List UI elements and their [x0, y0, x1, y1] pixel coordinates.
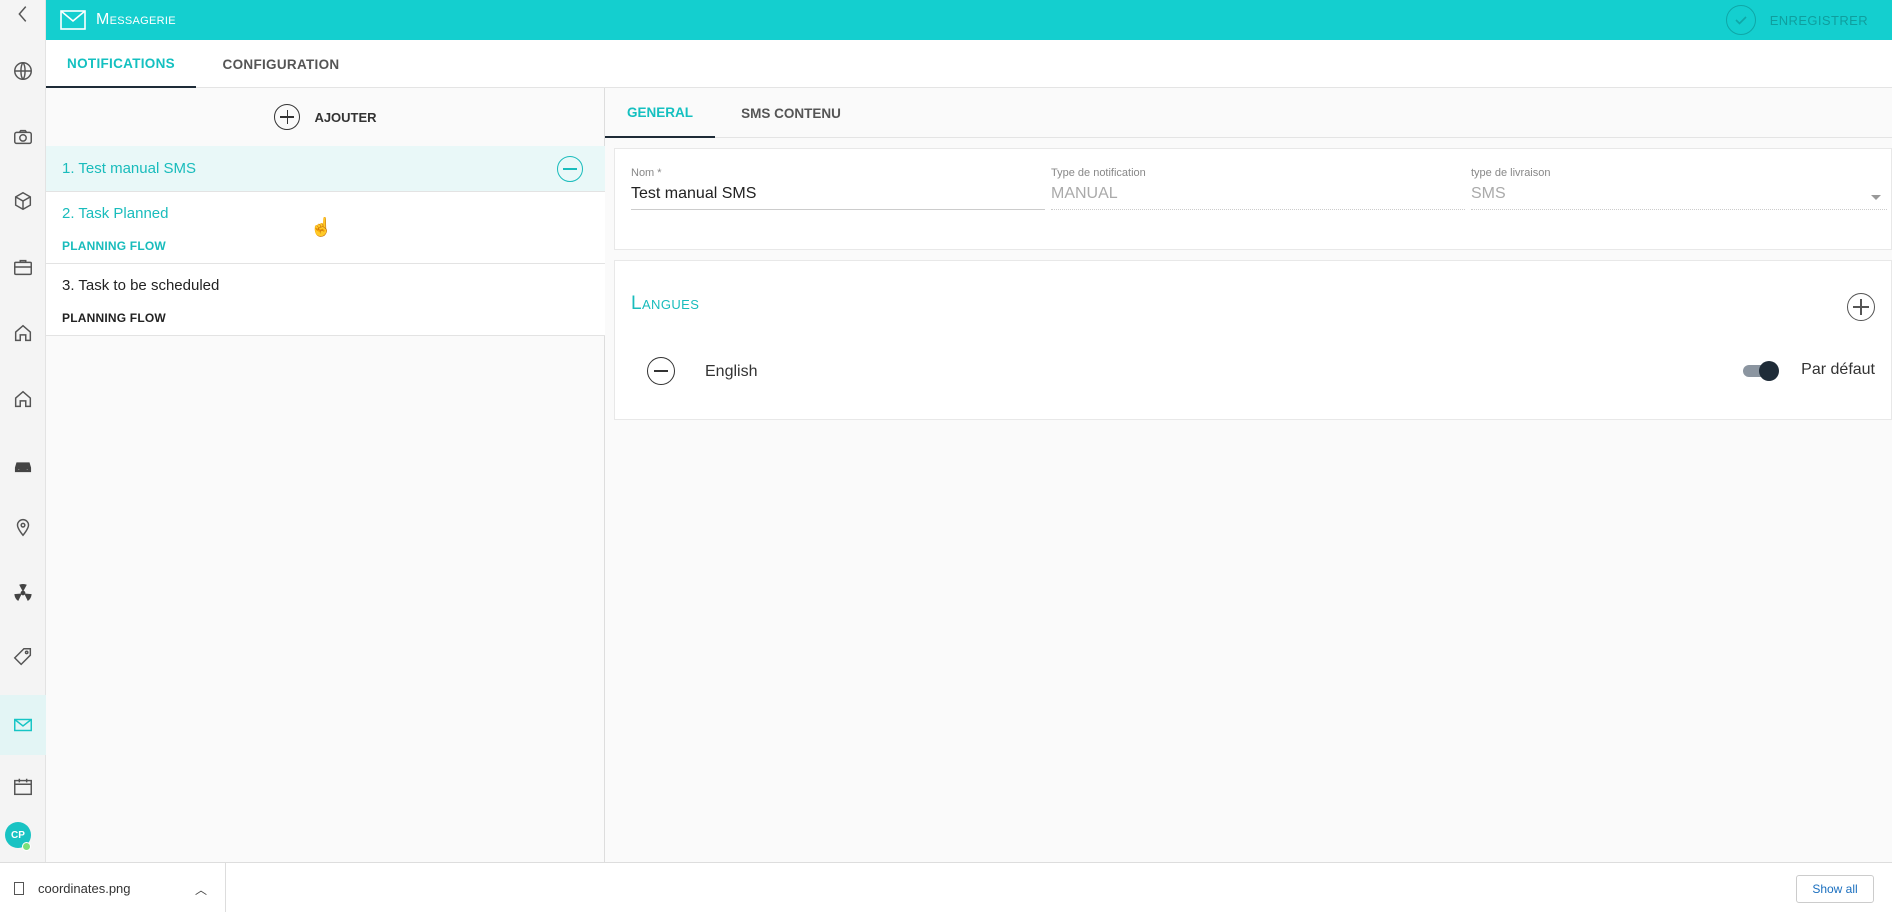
list-item-subtitle: PLANNING FLOW: [62, 311, 166, 325]
home-icon[interactable]: [0, 306, 46, 360]
add-label: AJOUTER: [314, 109, 377, 125]
tab-notifications[interactable]: NOTIFICATIONS: [46, 40, 196, 88]
notification-list-panel: AJOUTER 1. Test manual SMS 2. Task Plann…: [46, 88, 605, 862]
map-pin-icon[interactable]: [0, 500, 46, 554]
online-status-dot: [22, 842, 31, 851]
langues-title: Langues: [631, 293, 700, 314]
nom-input[interactable]: Test manual SMS: [631, 185, 1045, 210]
radiation-icon[interactable]: [0, 566, 46, 620]
list-item-subtitle: PLANNING FLOW: [62, 239, 166, 253]
app-root: CP Messagerie ENREGISTRER NOTIFICATIONS …: [0, 0, 1892, 912]
type-livraison-field[interactable]: type de livraison SMS: [1471, 167, 1887, 210]
plus-icon: [274, 104, 301, 130]
save-label: ENREGISTRER: [1769, 12, 1868, 28]
home-outline-icon[interactable]: [0, 372, 46, 426]
list-item-title: 3. Task to be scheduled: [62, 277, 220, 294]
app-title: Messagerie: [96, 11, 176, 28]
top-bar: Messagerie ENREGISTRER: [46, 0, 1892, 40]
cube-icon[interactable]: [0, 174, 46, 228]
chevron-up-icon[interactable]: ︿: [195, 881, 207, 898]
add-notification-button[interactable]: AJOUTER: [46, 88, 605, 146]
remove-language-icon[interactable]: [647, 357, 675, 385]
mail-icon: [60, 10, 86, 30]
type-notification-field: Type de notification MANUAL: [1051, 167, 1465, 210]
general-form-card: Nom * Test manual SMS Type de notificati…: [614, 148, 1892, 250]
nom-label: Nom *: [631, 167, 662, 179]
mail-icon[interactable]: [0, 695, 46, 755]
default-label: Par défaut: [1801, 361, 1875, 378]
download-bar: coordinates.png ︿ Show all: [0, 862, 1892, 912]
show-all-button[interactable]: Show all: [1796, 875, 1874, 903]
langues-card: Langues English Par défaut: [614, 260, 1892, 420]
list-item-title: 1. Test manual SMS: [62, 160, 196, 177]
list-item[interactable]: 1. Test manual SMS: [46, 146, 605, 192]
file-icon: [14, 881, 24, 895]
camera-icon[interactable]: [0, 110, 46, 164]
nav-rail: CP: [0, 0, 46, 862]
detail-tabs: GENERAL SMS CONTENU: [605, 88, 1892, 138]
globe-icon[interactable]: [0, 44, 46, 98]
type-notification-label: Type de notification: [1051, 167, 1146, 179]
language-name: English: [705, 363, 758, 380]
chevron-down-icon: [1871, 195, 1881, 200]
type-livraison-label: type de livraison: [1471, 167, 1551, 179]
download-file-name: coordinates.png: [38, 880, 131, 896]
remove-icon[interactable]: [557, 156, 583, 182]
list-item-title: 2. Task Planned: [62, 205, 169, 222]
tab-general[interactable]: GENERAL: [605, 88, 715, 138]
save-button[interactable]: ENREGISTRER: [1725, 0, 1868, 40]
nom-field[interactable]: Nom * Test manual SMS: [631, 167, 1045, 210]
briefcase-icon[interactable]: [0, 240, 46, 294]
calendar-icon[interactable]: [0, 760, 46, 814]
tab-configuration[interactable]: CONFIGURATION: [206, 40, 356, 88]
tab-sms-contenu[interactable]: SMS CONTENU: [721, 88, 861, 138]
main-tabs: NOTIFICATIONS CONFIGURATION: [46, 40, 1892, 88]
car-icon[interactable]: [0, 438, 46, 492]
list-item[interactable]: 3. Task to be scheduled PLANNING FLOW: [46, 264, 605, 336]
default-toggle[interactable]: [1743, 361, 1779, 381]
download-item[interactable]: coordinates.png ︿: [0, 863, 226, 912]
hand-cursor-icon: ☝: [310, 217, 333, 237]
back-arrow-icon[interactable]: [0, 0, 46, 28]
check-icon: [1725, 5, 1756, 35]
add-language-icon[interactable]: [1847, 293, 1875, 321]
type-notification-value: MANUAL: [1051, 185, 1465, 210]
tag-icon[interactable]: [0, 630, 46, 684]
type-livraison-select[interactable]: SMS: [1471, 185, 1887, 210]
